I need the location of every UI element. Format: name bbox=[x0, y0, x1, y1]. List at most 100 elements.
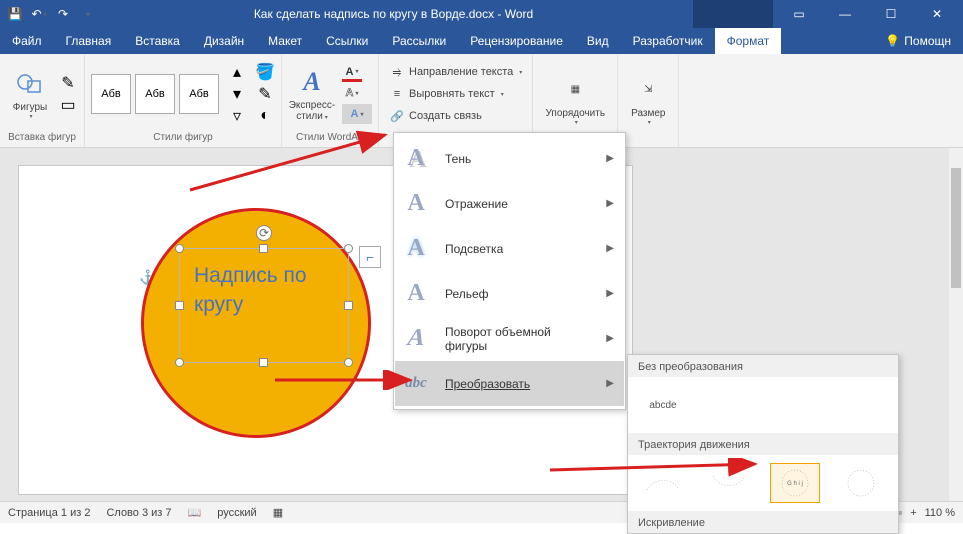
tab-layout[interactable]: Макет bbox=[256, 28, 314, 54]
text-direction-icon: ⥤ bbox=[389, 64, 405, 80]
tab-review[interactable]: Рецензирование bbox=[458, 28, 575, 54]
tab-mailings[interactable]: Рассылки bbox=[380, 28, 458, 54]
resize-handle-sw[interactable] bbox=[175, 358, 184, 367]
text-line-2: кругу bbox=[194, 293, 243, 316]
close-icon[interactable]: ✕ bbox=[917, 0, 957, 28]
status-macro-icon[interactable]: ▦ bbox=[273, 506, 283, 519]
tab-design[interactable]: Дизайн bbox=[192, 28, 256, 54]
style-preset-2[interactable]: Абв bbox=[135, 74, 175, 114]
redo-icon[interactable]: ↷ bbox=[56, 7, 70, 21]
status-page[interactable]: Страница 1 из 2 bbox=[8, 507, 90, 519]
resize-handle-s[interactable] bbox=[259, 358, 268, 367]
effect-3d-rotation[interactable]: A Поворот объемной фигуры ▶ bbox=[395, 316, 624, 361]
scrollbar-thumb[interactable] bbox=[951, 168, 961, 288]
rotation-label: Поворот объемной фигуры bbox=[445, 325, 592, 353]
text-box-content[interactable]: Надпись по кругу bbox=[194, 261, 307, 320]
status-proofing-icon[interactable]: 📖 bbox=[188, 506, 202, 519]
create-link-button[interactable]: 🔗 Создать связь bbox=[385, 106, 526, 126]
chevron-right-icon: ▶ bbox=[606, 288, 614, 299]
effect-bevel[interactable]: A Рельеф ▶ bbox=[395, 271, 624, 316]
tell-me[interactable]: 💡 Помощн bbox=[873, 28, 963, 54]
undo-icon[interactable]: ↶▾ bbox=[32, 7, 46, 21]
shape-fill-icon[interactable]: 🪣 bbox=[255, 62, 275, 82]
text-box[interactable]: ⟳ Надпись по кругу bbox=[179, 248, 349, 363]
ribbon-options-icon[interactable]: ▭ bbox=[779, 0, 819, 28]
reflection-icon: A bbox=[401, 190, 431, 217]
user-account[interactable] bbox=[693, 0, 773, 28]
tab-references[interactable]: Ссылки bbox=[314, 28, 380, 54]
tab-file[interactable]: Файл bbox=[0, 28, 54, 54]
shape-outline-icon[interactable]: ✎ bbox=[255, 84, 275, 104]
arrange-button[interactable]: ▦ Упорядочить ▾ bbox=[539, 66, 611, 134]
effect-reflection[interactable]: A Отражение ▶ bbox=[395, 181, 624, 226]
follow-path-header: Траектория движения bbox=[628, 433, 898, 455]
layout-options-icon[interactable]: ⌐ bbox=[359, 246, 381, 268]
bevel-label: Рельеф bbox=[445, 287, 592, 301]
size-button[interactable]: ⇲ Размер ▾ bbox=[624, 66, 672, 134]
text-effects-icon[interactable]: A▾ bbox=[342, 104, 372, 124]
align-text-button[interactable]: ≡ Выровнять текст▾ bbox=[385, 84, 526, 104]
transform-arch-up[interactable]: a b c d e f bbox=[638, 463, 688, 503]
text-direction-button[interactable]: ⥤ Направление текста▾ bbox=[385, 62, 526, 82]
text-fill-icon[interactable]: A▾ bbox=[342, 64, 362, 82]
create-link-label: Создать связь bbox=[409, 110, 482, 122]
resize-handle-nw[interactable] bbox=[175, 244, 184, 253]
style-preset-3[interactable]: Абв bbox=[179, 74, 219, 114]
align-text-label: Выровнять текст bbox=[409, 88, 495, 100]
transform-circle[interactable]: G h i j bbox=[770, 463, 820, 503]
group-label-insert-shapes: Вставка фигур bbox=[6, 130, 78, 145]
qat-customize-icon[interactable]: ▾ bbox=[80, 7, 94, 21]
resize-handle-w[interactable] bbox=[175, 301, 184, 310]
gallery-more-icon[interactable]: ▿ bbox=[227, 106, 247, 126]
transform-button[interactable] bbox=[836, 463, 886, 503]
tab-developer[interactable]: Разработчик bbox=[621, 28, 715, 54]
resize-handle-n[interactable] bbox=[259, 244, 268, 253]
effect-shadow[interactable]: A Тень ▶ bbox=[395, 136, 624, 181]
tab-view[interactable]: Вид bbox=[575, 28, 621, 54]
zoom-level[interactable]: 110 % bbox=[925, 507, 955, 519]
text-box-icon[interactable]: ▭ bbox=[58, 95, 78, 115]
group-label-shape-styles: Стили фигур bbox=[91, 130, 275, 145]
no-transform-header: Без преобразования bbox=[628, 355, 898, 377]
chevron-right-icon: ▶ bbox=[606, 198, 614, 209]
status-language[interactable]: русский bbox=[217, 507, 256, 519]
transform-label: Преобразовать bbox=[445, 377, 592, 391]
text-outline-icon[interactable]: A▾ bbox=[342, 84, 362, 102]
effect-glow[interactable]: A Подсветка ▶ bbox=[395, 226, 624, 271]
style-preset-1[interactable]: Абв bbox=[91, 74, 131, 114]
shadow-icon: A bbox=[401, 145, 431, 172]
resize-handle-e[interactable] bbox=[344, 301, 353, 310]
gallery-up-icon[interactable]: ▴ bbox=[227, 62, 247, 82]
save-icon[interactable]: 💾 bbox=[8, 7, 22, 21]
resize-handle-se[interactable] bbox=[344, 358, 353, 367]
minimize-icon[interactable]: ― bbox=[825, 0, 865, 28]
shape-effects-icon[interactable]: ◐ bbox=[255, 106, 275, 126]
shapes-icon bbox=[14, 68, 46, 100]
align-text-icon: ≡ bbox=[389, 86, 405, 102]
gallery-down-icon[interactable]: ▾ bbox=[227, 84, 247, 104]
tab-format[interactable]: Формат bbox=[715, 28, 782, 54]
group-shape-styles: Абв Абв Абв ▴ ▾ ▿ 🪣 ✎ ◐ Стили фигур bbox=[85, 54, 282, 147]
group-label-wordart: Стили WordArt bbox=[288, 130, 372, 145]
transform-submenu: Без преобразования abcde Траектория движ… bbox=[627, 354, 899, 534]
transform-arch-down[interactable] bbox=[704, 463, 754, 503]
shapes-button[interactable]: Фигуры ▾ bbox=[6, 60, 54, 128]
tab-home[interactable]: Главная bbox=[54, 28, 124, 54]
resize-handle-ne[interactable] bbox=[344, 244, 353, 253]
zoom-in-icon[interactable]: + bbox=[910, 507, 916, 519]
express-styles-button[interactable]: A Экспресс- стили▾ bbox=[288, 60, 336, 128]
effect-transform[interactable]: abc Преобразовать ▶ bbox=[395, 361, 624, 406]
bevel-icon: A bbox=[401, 280, 431, 307]
tab-insert[interactable]: Вставка bbox=[123, 28, 192, 54]
maximize-icon[interactable]: ☐ bbox=[871, 0, 911, 28]
rotate-handle[interactable]: ⟳ bbox=[256, 225, 272, 241]
svg-text:a b c d e f: a b c d e f bbox=[643, 468, 670, 470]
group-insert-shapes: Фигуры ▾ ✎ ▭ Вставка фигур bbox=[0, 54, 85, 147]
transform-icon: abc bbox=[401, 375, 431, 392]
chevron-right-icon: ▶ bbox=[606, 333, 614, 344]
vertical-scrollbar[interactable] bbox=[949, 148, 963, 501]
edit-shape-icon[interactable]: ✎ bbox=[58, 73, 78, 93]
arrange-icon: ▦ bbox=[559, 74, 591, 106]
status-words[interactable]: Слово 3 из 7 bbox=[106, 507, 171, 519]
transform-none[interactable]: abcde bbox=[638, 385, 688, 425]
